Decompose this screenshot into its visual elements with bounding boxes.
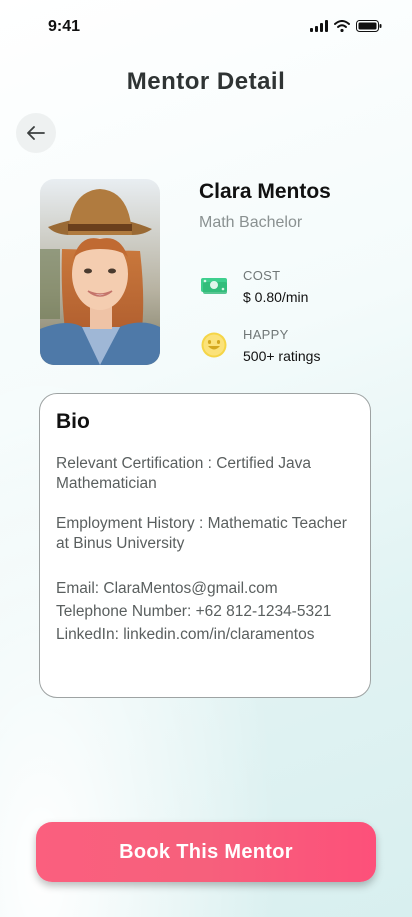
happy-value: 500+ ratings	[243, 348, 321, 364]
mentor-degree: Math Bachelor	[199, 214, 303, 231]
book-mentor-button[interactable]: Book This Mentor	[36, 822, 376, 882]
page-title: Mentor Detail	[126, 68, 286, 95]
mentor-photo	[40, 179, 160, 365]
smiley-icon	[201, 332, 227, 358]
bio-card: Bio Relevant Certification : Certified J…	[39, 393, 371, 698]
cost-label: COST	[243, 268, 281, 283]
mentor-name: Clara Mentos	[199, 180, 331, 203]
battery-icon	[356, 20, 382, 32]
arrow-left-icon	[27, 126, 45, 140]
back-button[interactable]	[16, 113, 56, 153]
bio-certification: Relevant Certification : Certified Java …	[56, 455, 312, 492]
cost-stat: COST $ 0.80/min	[200, 268, 308, 305]
bio-title: Bio	[56, 410, 90, 433]
status-bar: 9:41	[0, 0, 412, 56]
signal-icon	[310, 20, 328, 32]
bio-telephone: Telephone Number: +62 812-1234-5321	[56, 603, 332, 620]
status-icons	[310, 20, 382, 32]
happy-stat: HAPPY 500+ ratings	[200, 327, 320, 364]
status-time: 9:41	[48, 18, 81, 35]
bio-employment: Employment History : Mathematic Teacher …	[56, 515, 347, 552]
happy-label: HAPPY	[243, 327, 289, 342]
money-icon	[201, 278, 227, 294]
cost-value: $ 0.80/min	[243, 289, 309, 305]
wifi-icon	[334, 20, 350, 32]
bio-linkedin: LinkedIn: linkedin.com/in/claramentos	[56, 626, 315, 643]
bio-email: Email: ClaraMentos@gmail.com	[56, 580, 278, 597]
